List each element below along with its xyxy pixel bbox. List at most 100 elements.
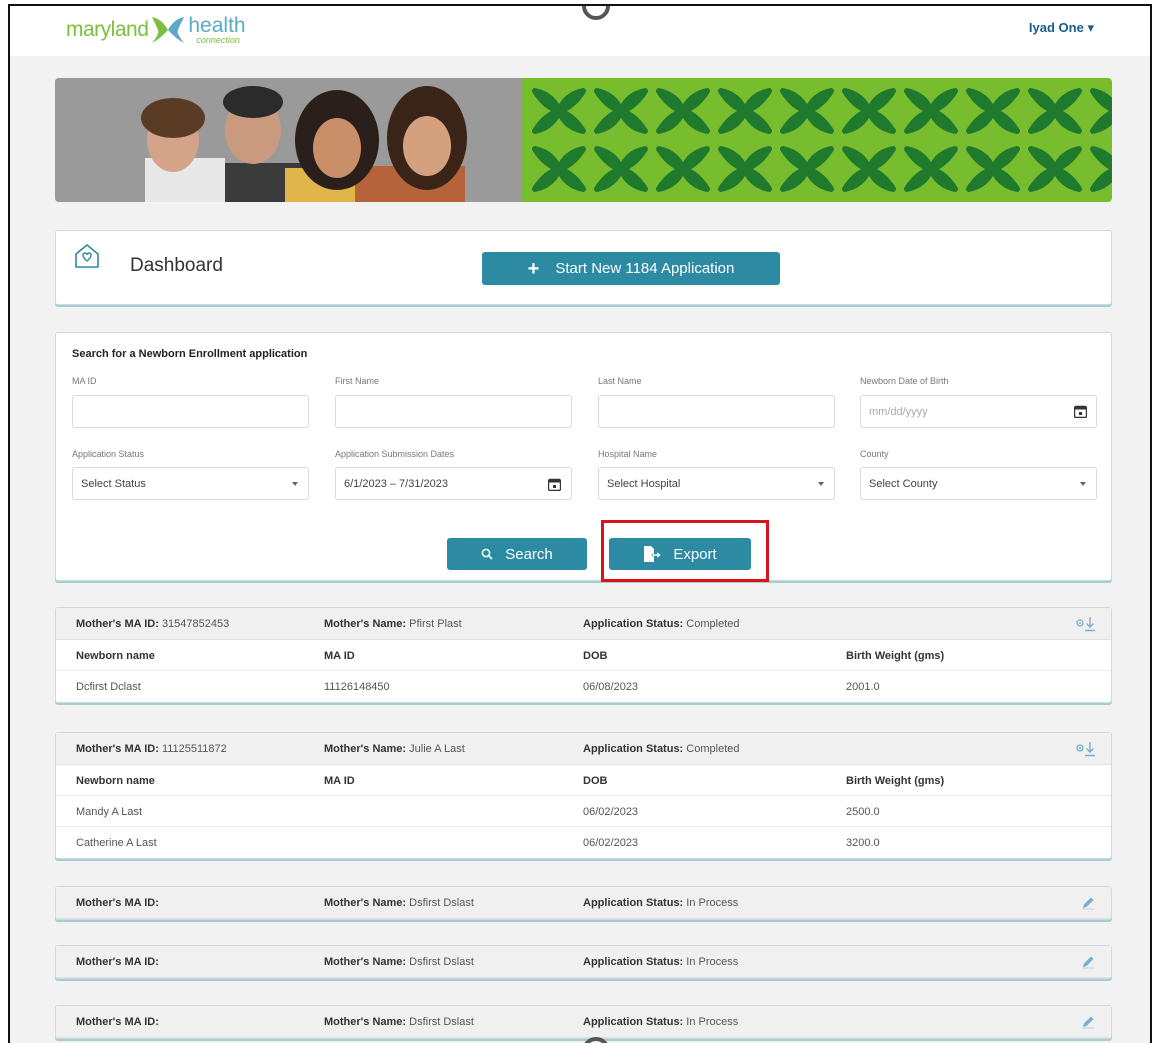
search-panel-title: Search for a Newborn Enrollment applicat… (72, 348, 308, 360)
mother-ma-id: Mother's MA ID: (76, 956, 159, 968)
banner-x-mark (780, 146, 834, 192)
mother-ma-id: Mother's MA ID: 31547852453 (76, 618, 229, 630)
table-cell: Catherine A Last (76, 837, 157, 849)
search-button[interactable]: Search (447, 538, 587, 570)
view-download-icon[interactable] (1075, 741, 1097, 757)
banner-x-mark (532, 88, 586, 134)
submission-dates-picker[interactable]: 6/1/2023 – 7/31/2023 (335, 467, 572, 500)
mother-ma-id-label: Mother's MA ID: (76, 956, 159, 968)
table-cell: 06/02/2023 (583, 837, 639, 849)
maryland-health-connection-logo[interactable]: maryland health connection (66, 10, 246, 50)
first-name-label: First Name (335, 376, 380, 386)
application-card-header: Mother's MA ID: 11125511872 Mother's Nam… (56, 733, 1111, 765)
banner-x-mark (718, 146, 772, 192)
application-status-select[interactable]: Select Status (72, 467, 309, 500)
banner-x-mark (842, 88, 896, 134)
user-menu-dropdown[interactable]: Iyad One ▾ (1029, 20, 1094, 36)
logo-x-icon (152, 17, 185, 43)
home-heart-icon (75, 243, 99, 268)
table-header-row: Newborn name MA ID DOB Birth Weight (gms) (56, 640, 1111, 671)
banner-x-mark (656, 146, 710, 192)
mother-ma-id-label: Mother's MA ID: (76, 897, 159, 909)
last-name-input[interactable] (598, 395, 835, 428)
table-cell: 06/02/2023 (583, 806, 639, 818)
column-header: Birth Weight (gms) (846, 775, 945, 787)
ma-id-label: MA ID (72, 376, 97, 386)
user-name: Iyad One (1028, 20, 1084, 35)
table-row: Catherine A Last 06/02/2023 3200.0 (56, 827, 1111, 858)
mother-name: Mother's Name: Dsfirst Dslast (324, 897, 474, 909)
banner-x-mark (1028, 88, 1082, 134)
application-status-label: Application Status (72, 449, 145, 459)
hero-banner (55, 78, 1112, 202)
table-cell: 2001.0 (846, 681, 880, 693)
application-status-label: Application Status: (583, 743, 684, 755)
page-title: Dashboard (130, 255, 223, 276)
mother-name: Mother's Name: Dsfirst Dslast (324, 956, 474, 968)
mother-name-label: Mother's Name: (324, 897, 407, 909)
calendar-icon (548, 478, 561, 491)
banner-x-mark (594, 146, 648, 192)
application-status: Application Status: In Process (583, 956, 738, 968)
application-status-label: Application Status: (583, 897, 684, 909)
county-select[interactable]: Select County (860, 467, 1097, 500)
county-value: Select County (869, 477, 938, 490)
mother-ma-id: Mother's MA ID: (76, 1016, 159, 1028)
search-button-label: Search (505, 545, 553, 563)
start-button-label: Start New 1184 Application (555, 260, 735, 277)
mother-name-label: Mother's Name: (324, 1016, 407, 1028)
column-header: Newborn name (76, 650, 155, 662)
application-card: Mother's MA ID: 31547852453 Mother's Nam… (55, 607, 1112, 703)
mother-name-value: Dsfirst Dslast (409, 1016, 474, 1028)
banner-x-mark (1090, 146, 1112, 192)
logo-word-connection: connection (196, 35, 240, 45)
ma-id-input[interactable] (72, 395, 309, 428)
export-highlight-box (601, 520, 769, 582)
hospital-name-select[interactable]: Select Hospital (598, 467, 835, 500)
mother-name: Mother's Name: Julie A Last (324, 743, 465, 755)
county-label: County (860, 449, 889, 459)
banner-x-pattern (521, 78, 1112, 202)
column-header: DOB (583, 650, 608, 662)
application-card-header: Mother's MA ID: Mother's Name: Dsfirst D… (56, 1006, 1111, 1038)
column-header: MA ID (324, 650, 355, 662)
banner-x-mark (966, 146, 1020, 192)
banner-x-mark (904, 146, 958, 192)
logo-word-health: health (188, 14, 246, 37)
mother-name-label: Mother's Name: (324, 956, 407, 968)
first-name-input[interactable] (335, 395, 572, 428)
edit-icon[interactable] (1075, 895, 1097, 911)
application-status-value: In Process (686, 897, 739, 909)
banner-x-mark (904, 88, 958, 134)
newborn-dob-field (860, 395, 1097, 428)
application-status: Application Status: In Process (583, 897, 738, 909)
table-row: Mandy A Last 06/02/2023 2500.0 (56, 796, 1111, 827)
edit-icon[interactable] (1075, 1014, 1097, 1030)
mother-ma-id-label: Mother's MA ID: (76, 618, 159, 630)
logo-word-maryland: maryland (66, 18, 149, 41)
edit-icon[interactable] (1075, 954, 1097, 970)
view-download-icon[interactable] (1075, 616, 1097, 632)
caret-down-icon (818, 482, 824, 486)
application-status-value: Select Status (81, 477, 146, 490)
start-new-application-button[interactable]: + Start New 1184 Application (482, 252, 780, 285)
newborn-dob-label: Newborn Date of Birth (860, 376, 949, 386)
application-card-header: Mother's MA ID: Mother's Name: Dsfirst D… (56, 887, 1111, 919)
banner-x-mark (656, 88, 710, 134)
banner-x-mark (842, 146, 896, 192)
calendar-icon[interactable] (1074, 405, 1087, 418)
newborn-dob-input[interactable] (860, 395, 1097, 428)
table-cell: 3200.0 (846, 837, 880, 849)
banner-x-mark (1090, 88, 1112, 134)
application-status: Application Status: In Process (583, 1016, 738, 1028)
application-card: Mother's MA ID: Mother's Name: Dsfirst D… (55, 1005, 1112, 1039)
caret-down-icon (1080, 482, 1086, 486)
browser-frame: maryland health connection Iyad One ▾ Da… (8, 4, 1152, 1043)
table-header-row: Newborn name MA ID DOB Birth Weight (gms) (56, 765, 1111, 796)
banner-x-mark (1028, 146, 1082, 192)
submission-dates-label: Application Submission Dates (335, 449, 455, 459)
search-panel: Search for a Newborn Enrollment applicat… (55, 332, 1112, 582)
banner-x-mark (718, 88, 772, 134)
hospital-name-label: Hospital Name (598, 449, 658, 459)
application-card: Mother's MA ID: 11125511872 Mother's Nam… (55, 732, 1112, 859)
